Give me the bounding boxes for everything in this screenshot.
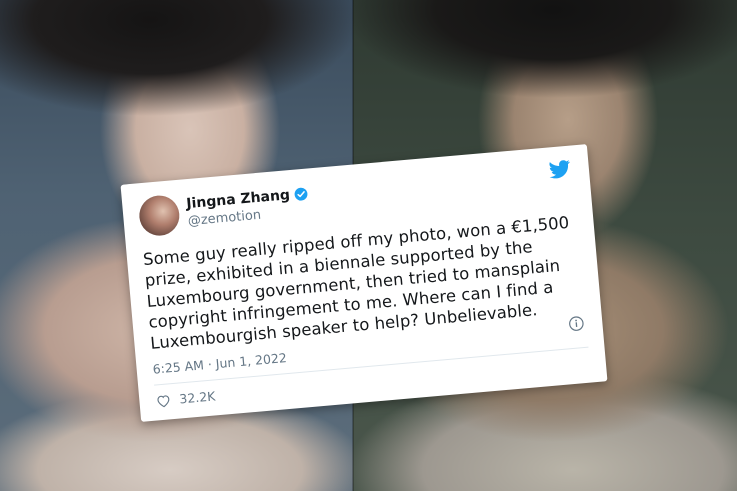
- verified-badge-icon: [294, 187, 308, 201]
- twitter-bird-icon: [549, 160, 571, 179]
- info-icon[interactable]: [568, 315, 585, 332]
- tweet-card[interactable]: Jingna Zhang @zemotion Some guy really r…: [120, 144, 608, 422]
- avatar[interactable]: [137, 193, 182, 238]
- like-count: 32.2K: [178, 388, 216, 407]
- heart-icon[interactable]: [155, 393, 172, 408]
- author-block: Jingna Zhang @zemotion: [186, 185, 311, 231]
